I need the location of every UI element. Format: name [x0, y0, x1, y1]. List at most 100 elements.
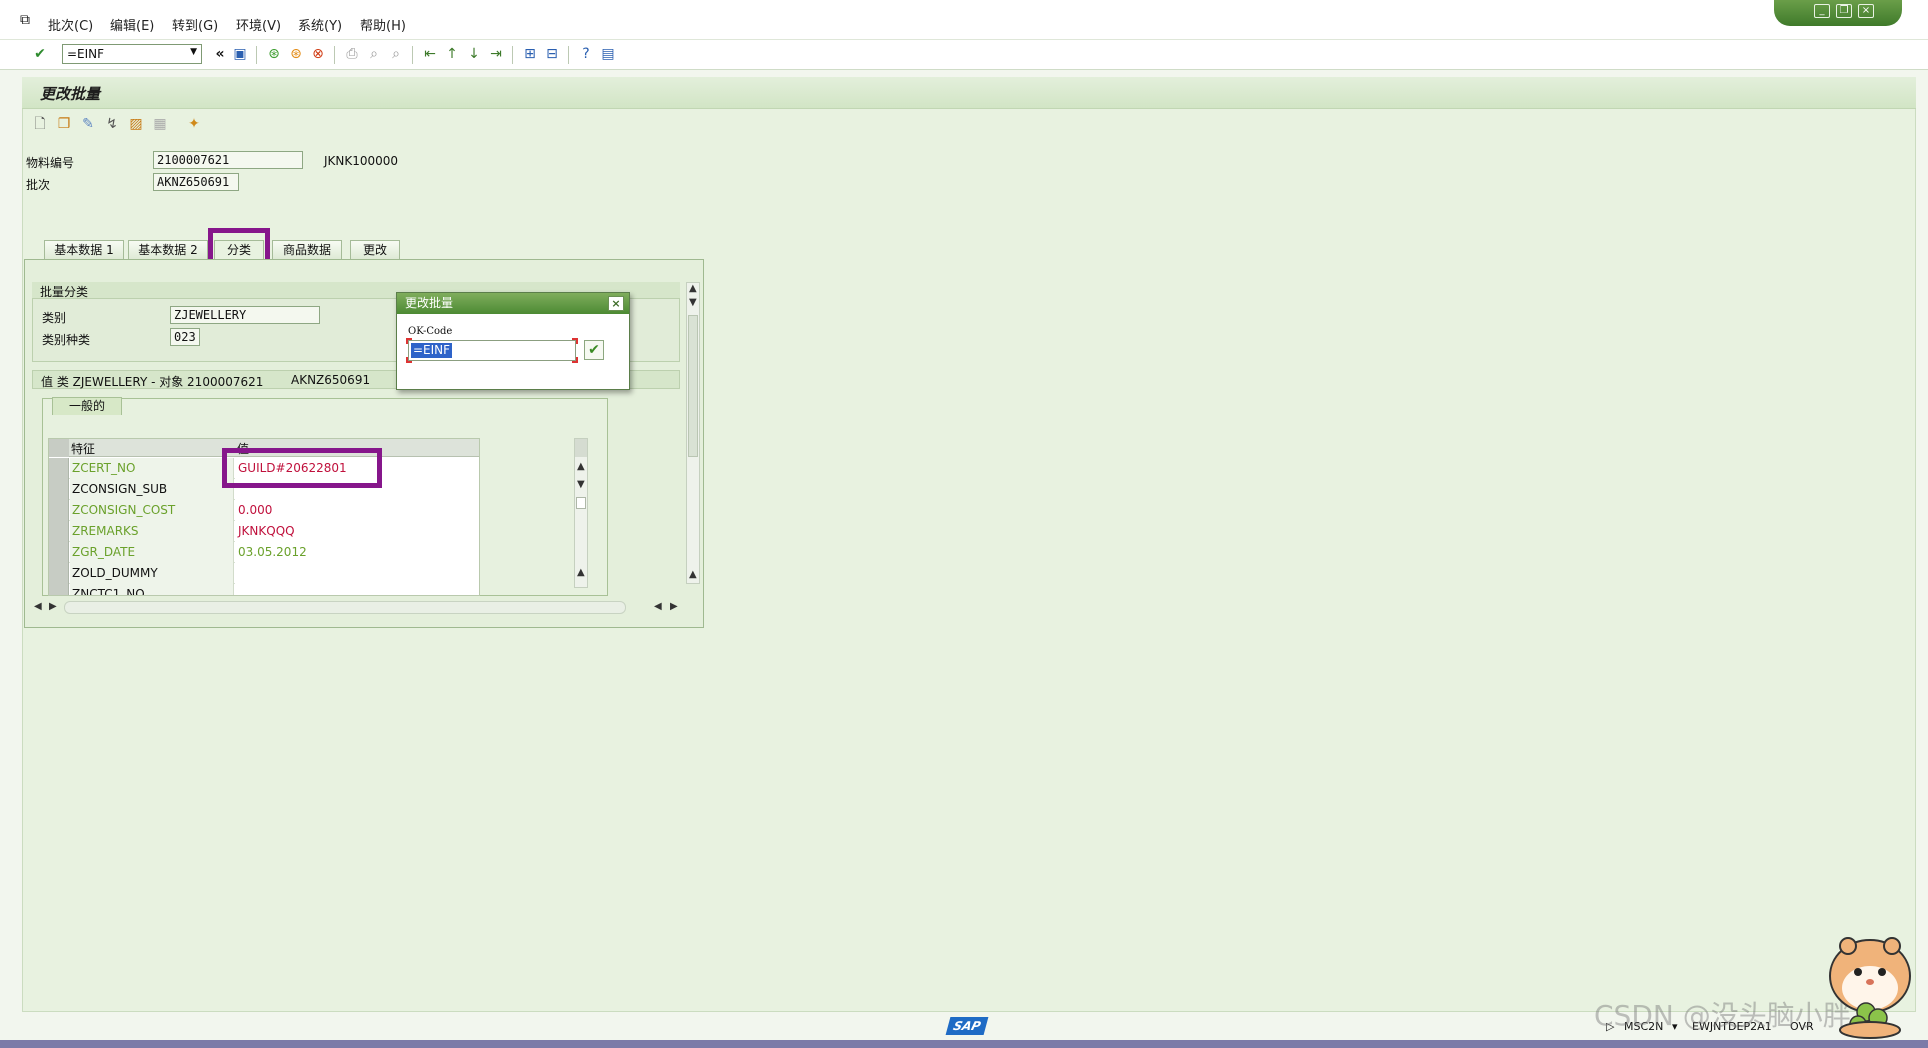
folder-icon[interactable]: ▨: [128, 116, 144, 132]
create-session-icon[interactable]: ⊞: [522, 46, 538, 62]
enter-check-icon[interactable]: ✔: [32, 46, 48, 62]
tab-basic-data-1-label: 基本数据 1: [54, 243, 114, 257]
hamster-mascot-icon: [1829, 937, 1911, 1039]
first-page-icon[interactable]: ⇤: [422, 46, 438, 62]
characteristic-value[interactable]: JKNKQQQ: [235, 521, 479, 542]
menu-item-batch[interactable]: 批次(C): [48, 15, 93, 34]
display-change-icon[interactable]: ↯: [104, 116, 120, 132]
table-row[interactable]: ZOLD_DUMMY: [49, 563, 479, 584]
new-document-icon[interactable]: 🗋: [32, 116, 48, 132]
characteristic-value[interactable]: [235, 584, 479, 595]
restore-icon[interactable]: ❐: [1836, 4, 1852, 18]
ok-code-value: =EINF: [411, 343, 453, 358]
column-header-characteristic: 特征: [71, 442, 96, 456]
menu-icon[interactable]: ⧉: [20, 12, 30, 28]
close-icon[interactable]: ×: [608, 296, 624, 311]
back-icon[interactable]: ⊛: [266, 46, 282, 62]
subtab-general-label: 一般的: [68, 399, 105, 413]
subtab-general[interactable]: 一般的: [52, 397, 122, 415]
scroll-right-icon[interactable]: ▶: [670, 601, 678, 612]
row-selector[interactable]: [49, 479, 69, 500]
focus-corner: [406, 338, 412, 344]
tab-basic-data-2-label: 基本数据 2: [138, 243, 198, 257]
tab-changes[interactable]: 更改: [350, 240, 400, 260]
application-toolbar: 🗋 ❐ ✎ ↯ ▨ ▦ ✦: [22, 110, 1916, 138]
scroll-thumb[interactable]: [576, 497, 586, 509]
last-page-icon[interactable]: ⇥: [488, 46, 504, 62]
characteristic-value[interactable]: 0.000: [235, 500, 479, 521]
exit-icon[interactable]: ⊛: [288, 46, 304, 62]
focus-corner: [406, 357, 412, 363]
tab-material-data-label: 商品数据: [282, 243, 331, 257]
row-selector[interactable]: [49, 458, 69, 479]
values-header-text: 值 类 ZJEWELLERY - 对象 2100007621: [41, 375, 264, 389]
table-row[interactable]: ZCONSIGN_COST 0.000: [49, 500, 479, 521]
class-type-input[interactable]: 023: [170, 328, 200, 346]
grid-vertical-scrollbar[interactable]: ▲ ▼ ▲: [574, 438, 588, 588]
layout-menu-icon[interactable]: ▤: [600, 46, 616, 62]
scroll-down-icon[interactable]: ▼: [689, 297, 697, 308]
minimize-icon[interactable]: _: [1814, 4, 1830, 18]
delete-icon[interactable]: ▦: [152, 116, 168, 132]
close-icon[interactable]: ×: [1858, 4, 1874, 18]
classification-icon[interactable]: ✦: [186, 116, 202, 132]
shortcut-icon[interactable]: ⊟: [544, 46, 560, 62]
table-row[interactable]: ZREMARKS JKNKQQQ: [49, 521, 479, 542]
scroll-up-icon[interactable]: ▲: [689, 569, 697, 580]
print-icon[interactable]: ⎙: [344, 46, 360, 62]
cancel-icon[interactable]: ⊗: [310, 46, 326, 62]
collapse-icon[interactable]: «: [212, 46, 228, 62]
help-icon[interactable]: ?: [578, 46, 594, 62]
confirm-check-icon[interactable]: ✔: [584, 340, 604, 360]
scroll-right-icon[interactable]: ▶: [49, 601, 57, 612]
copy-icon[interactable]: ❐: [56, 116, 72, 132]
save-icon[interactable]: ▣: [232, 46, 248, 62]
horizontal-scrollbar[interactable]: [64, 601, 626, 614]
next-page-icon[interactable]: ↓: [466, 46, 482, 62]
batch-class-title: 批量分类: [40, 285, 89, 299]
title-bar: [22, 77, 1916, 109]
row-selector[interactable]: [49, 500, 69, 521]
batch-input[interactable]: AKNZ650691: [153, 173, 239, 191]
find-icon[interactable]: ⌕: [366, 46, 382, 62]
scroll-up-icon[interactable]: ▲: [689, 283, 697, 294]
scroll-left-icon[interactable]: ◀: [654, 601, 662, 612]
menu-item-system[interactable]: 系统(Y): [298, 15, 342, 34]
window-controls: _ ❐ ×: [1774, 0, 1902, 26]
scroll-left-icon[interactable]: ◀: [34, 601, 42, 612]
class-value: ZJEWELLERY: [174, 308, 247, 322]
scroll-down-icon[interactable]: ▼: [577, 479, 585, 490]
tab-material-data[interactable]: 商品数据: [272, 240, 342, 260]
taskbar-strip: [0, 1040, 1928, 1048]
chevron-down-icon[interactable]: ▼: [190, 47, 197, 57]
table-row[interactable]: ZNCTC1_NO: [49, 584, 479, 595]
row-selector[interactable]: [49, 521, 69, 542]
change-pencil-icon[interactable]: ✎: [80, 116, 96, 132]
class-type-label: 类别种类: [42, 333, 91, 347]
command-field[interactable]: =EINF ▼: [62, 44, 202, 64]
scroll-up-icon[interactable]: ▲: [577, 567, 585, 578]
batch-value: AKNZ650691: [157, 175, 230, 189]
focus-corner: [572, 357, 578, 363]
row-selector[interactable]: [49, 584, 69, 595]
menu-item-goto[interactable]: 转到(G): [172, 15, 218, 34]
table-row[interactable]: ZGR_DATE 03.05.2012: [49, 542, 479, 563]
dialog-title: 更改批量: [397, 293, 629, 314]
menu-item-help[interactable]: 帮助(H): [360, 15, 406, 34]
row-selector[interactable]: [49, 563, 69, 584]
previous-page-icon[interactable]: ↑: [444, 46, 460, 62]
menu-item-environment[interactable]: 环境(V): [236, 15, 281, 34]
class-input[interactable]: ZJEWELLERY: [170, 306, 320, 324]
tab-basic-data-1[interactable]: 基本数据 1: [44, 240, 124, 260]
menu-item-edit[interactable]: 编辑(E): [110, 15, 154, 34]
characteristic-name: ZCONSIGN_COST: [70, 500, 234, 521]
scroll-up-icon[interactable]: ▲: [577, 461, 585, 472]
material-input[interactable]: 2100007621: [153, 151, 303, 169]
row-selector[interactable]: [49, 542, 69, 563]
find-next-icon[interactable]: ⌕: [388, 46, 404, 62]
tab-basic-data-2[interactable]: 基本数据 2: [128, 240, 208, 260]
scroll-thumb[interactable]: [688, 315, 698, 457]
characteristic-value[interactable]: [235, 563, 479, 584]
panel-vertical-scrollbar[interactable]: ▲ ▼ ▲: [686, 282, 700, 584]
characteristic-value[interactable]: 03.05.2012: [235, 542, 479, 563]
